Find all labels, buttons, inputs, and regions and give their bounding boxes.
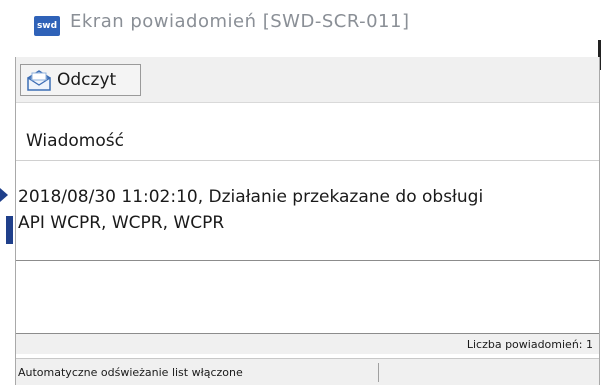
message-line: API WCPR, WCPR, WCPR xyxy=(18,213,225,233)
read-button[interactable]: Odczyt xyxy=(20,64,141,96)
arrow-fragment-icon xyxy=(0,188,13,244)
column-header-message[interactable]: Wiadomość xyxy=(16,119,599,161)
title-bar: swd Ekran powiadomień [SWD-SCR-011] xyxy=(0,0,606,50)
window-title: Ekran powiadomień [SWD-SCR-011] xyxy=(70,11,410,32)
notification-count-bar: Liczba powiadomień: 1 xyxy=(16,334,599,354)
column-header-label: Wiadomość xyxy=(26,131,124,151)
table-row[interactable]: 2018/08/30 11:02:10, Działanie przekazan… xyxy=(16,162,599,261)
notification-message: 2018/08/30 11:02:10, Działanie przekazan… xyxy=(18,184,578,236)
notification-count: Liczba powiadomień: 1 xyxy=(466,338,593,351)
notification-grid: Wiadomość 2018/08/30 11:02:10, Działanie… xyxy=(16,104,599,334)
read-button-label: Odczyt xyxy=(57,70,117,90)
notification-screen: swd Ekran powiadomień [SWD-SCR-011] Odcz… xyxy=(0,0,606,385)
status-divider xyxy=(378,363,379,382)
envelope-icon xyxy=(27,70,51,91)
toolbar: Odczyt xyxy=(16,57,599,103)
app-logo-icon: swd xyxy=(34,16,60,36)
message-line: 2018/08/30 11:02:10, Działanie przekazan… xyxy=(18,187,484,207)
auto-refresh-status: Automatyczne odświeżanie list włączone xyxy=(18,366,243,379)
status-bar: Automatyczne odświeżanie list włączone xyxy=(16,358,599,385)
